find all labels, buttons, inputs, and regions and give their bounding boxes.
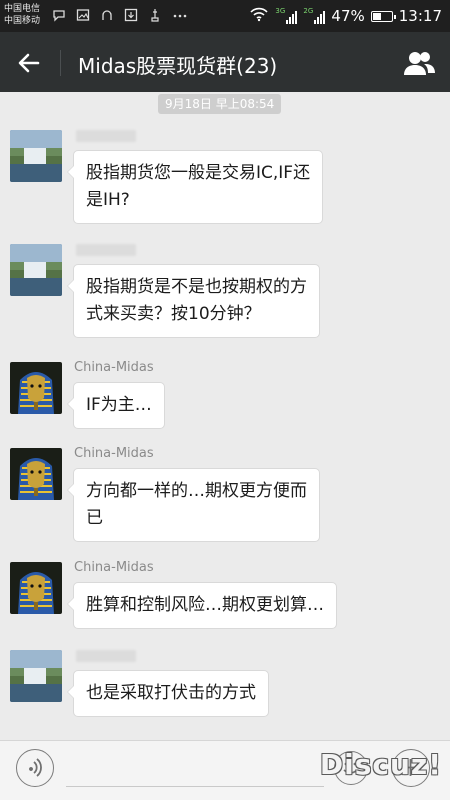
sender-name: China-Midas (74, 446, 154, 461)
message-line: 方向都一样的…期权更方便而 (86, 481, 307, 501)
signal-1-icon: 3G (275, 7, 298, 25)
pharaoh-avatar-icon (10, 562, 62, 614)
message-line: IF为主… (86, 395, 152, 415)
sender-name: China-Midas (74, 560, 154, 575)
pharaoh-avatar-icon (10, 448, 62, 500)
avatar[interactable] (10, 130, 62, 182)
message-line: 也是采取打伏击的方式 (86, 683, 256, 703)
signal-2-icon: 2G (303, 7, 326, 25)
message-bubble[interactable]: 胜算和控制风险…期权更划算… (67, 582, 337, 629)
download-notification-icon (124, 8, 138, 26)
back-button[interactable] (12, 46, 46, 80)
system-status: 3G 2G 47% 13:17 (249, 6, 442, 26)
message-list[interactable]: 9月18日 早上08:54 股指期货您一般是交易IC,IF还 是IH? 股指期货… (0, 92, 450, 740)
chat-header: Midas股票现货群(23) (0, 32, 450, 92)
sender-name-blurred (76, 130, 136, 142)
message-line: 股指期货您一般是交易IC,IF还 (86, 163, 311, 183)
carrier-labels: 中国电信 中国移动 (4, 3, 40, 27)
image-notification-icon (76, 8, 90, 26)
sender-name-blurred (76, 244, 136, 256)
avatar[interactable] (10, 448, 62, 500)
message-line: 股指期货是不是也按期权的方 (86, 277, 307, 297)
message-bubble[interactable]: 股指期货您一般是交易IC,IF还 是IH? (66, 150, 324, 224)
group-members-button[interactable] (402, 48, 436, 78)
status-bar: 中国电信 中国移动 3G 2G 47% 13:17 (0, 0, 450, 32)
waterfall-avatar-icon (10, 650, 62, 702)
chat-title: Midas股票现货群(23) (78, 54, 278, 78)
message-line: 是IH? (86, 190, 130, 210)
usb-notification-icon (148, 8, 162, 26)
waterfall-avatar-icon (10, 130, 62, 182)
discuz-watermark: Discuz! (319, 748, 442, 781)
app-notification-icon (100, 8, 114, 26)
more-notifications-icon (172, 8, 188, 26)
pharaoh-avatar-icon (10, 362, 62, 414)
voice-button[interactable] (16, 749, 54, 787)
waterfall-avatar-icon (10, 244, 62, 296)
message-bubble[interactable]: 方向都一样的…期权更方便而 已 (67, 468, 320, 542)
header-divider (60, 50, 61, 76)
group-icon (402, 52, 436, 82)
message-bubble[interactable]: 也是采取打伏击的方式 (67, 670, 269, 717)
sender-name: China-Midas (74, 360, 154, 375)
wifi-icon (249, 6, 269, 26)
clock: 13:17 (398, 7, 442, 25)
message-notification-icon (52, 8, 66, 26)
message-line: 式来买卖？按10分钟？ (86, 304, 261, 324)
message-line: 已 (86, 508, 103, 528)
carrier-1: 中国电信 (4, 4, 41, 14)
avatar[interactable] (10, 562, 62, 614)
message-input[interactable] (66, 751, 324, 787)
message-line: 胜算和控制风险…期权更划算… (86, 595, 324, 615)
sender-name-blurred (76, 650, 136, 662)
message-bubble[interactable]: 股指期货是不是也按期权的方 式来买卖？按10分钟？ (67, 264, 320, 338)
arrow-left-icon (12, 53, 46, 84)
battery-icon (370, 10, 396, 22)
avatar[interactable] (10, 650, 62, 702)
carrier-2: 中国移动 (4, 16, 41, 26)
timestamp-chip: 9月18日 早上08:54 (158, 94, 282, 114)
notification-icons (52, 8, 188, 26)
battery-percent: 47% (331, 7, 365, 25)
message-bubble[interactable]: IF为主… (67, 382, 165, 429)
avatar[interactable] (10, 362, 62, 414)
voice-icon (17, 758, 52, 789)
avatar[interactable] (10, 244, 62, 296)
